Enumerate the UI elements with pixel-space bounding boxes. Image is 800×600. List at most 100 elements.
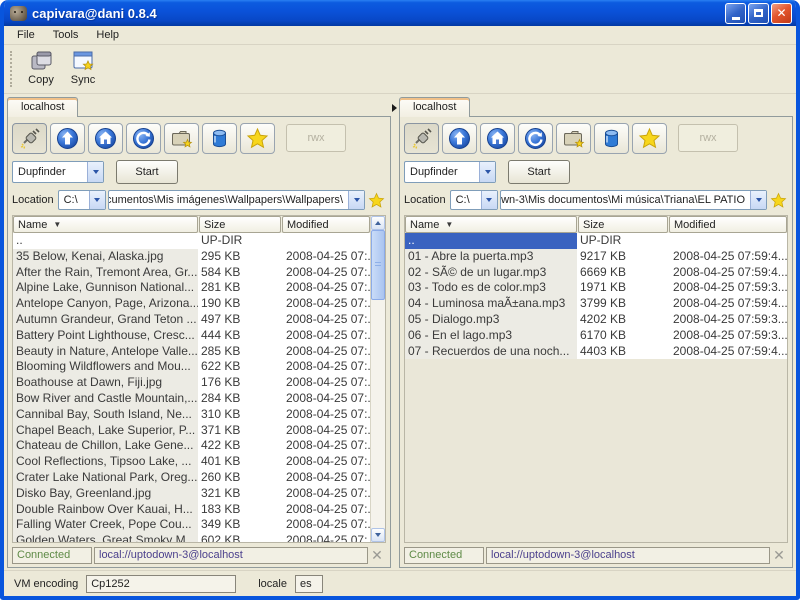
favorites-button[interactable] xyxy=(632,122,667,154)
drive-select[interactable]: C:\ xyxy=(449,190,498,210)
path-value: \Mis documentos\Mis imágenes\Wallpapers\… xyxy=(109,194,343,206)
column-header-modified[interactable]: Modified xyxy=(669,216,787,233)
path-select[interactable]: itodown-3\Mis documentos\Mi música\Trian… xyxy=(499,190,767,210)
go-up-button[interactable] xyxy=(50,122,85,154)
disconnect-x-icon[interactable]: ✕ xyxy=(368,547,386,563)
file-name: 01 - Abre la puerta.mp3 xyxy=(405,248,577,265)
dupfinder-select[interactable]: Dupfinder xyxy=(12,161,104,183)
database-icon xyxy=(604,128,619,147)
scrollbar-thumb[interactable] xyxy=(371,230,385,300)
left-tab-localhost[interactable]: localhost xyxy=(7,97,79,117)
table-row[interactable]: Alpine Lake, Gunnison National... 281 KB 2… xyxy=(13,280,370,297)
app-window: capivara@dani 0.8.4 ✕ File Tools Help Co… xyxy=(0,0,800,600)
menu-help[interactable]: Help xyxy=(87,27,128,43)
chevron-down-icon[interactable] xyxy=(88,191,105,209)
scroll-down-icon[interactable] xyxy=(371,528,385,542)
table-row[interactable]: Cannibal Bay, South Island, Ne... 310 KB 2… xyxy=(13,406,370,423)
go-up-button[interactable] xyxy=(442,122,477,154)
column-header-size[interactable]: Size xyxy=(578,216,668,233)
table-row[interactable]: 06 - En el lago.mp3 6170 KB 2008-04-25 07:… xyxy=(405,327,787,344)
locale-label: locale xyxy=(258,577,287,590)
new-folder-button[interactable] xyxy=(556,122,591,154)
close-button[interactable]: ✕ xyxy=(771,2,792,24)
bookmark-star-icon[interactable] xyxy=(368,192,386,209)
left-table-scrollbar[interactable] xyxy=(370,216,385,542)
copy-button[interactable]: Copy xyxy=(21,49,61,86)
splitter-arrow-icon[interactable] xyxy=(392,104,397,112)
table-row[interactable]: Chapel Beach, Lake Superior, P... 371 KB 2… xyxy=(13,422,370,439)
disconnect-button[interactable] xyxy=(404,122,439,154)
chevron-down-icon[interactable] xyxy=(348,191,364,209)
scroll-up-icon[interactable] xyxy=(371,216,385,230)
file-name: Disko Bay, Greenland.jpg xyxy=(13,485,198,502)
table-row[interactable]: Blooming Wildflowers and Mou... 622 KB 200… xyxy=(13,359,370,376)
column-header-size[interactable]: Size xyxy=(199,216,281,233)
table-row[interactable]: Beauty in Nature, Antelope Valle... 285 K… xyxy=(13,343,370,360)
database-button[interactable] xyxy=(594,122,629,154)
file-modified: 2008-04-25 07:... xyxy=(286,343,370,358)
table-row[interactable]: 35 Below, Kenai, Alaska.jpg 295 KB 2008-04… xyxy=(13,248,370,265)
menu-tools[interactable]: Tools xyxy=(44,27,88,43)
table-row[interactable]: Boathouse at Dawn, Fiji.jpg 176 KB 2008-04… xyxy=(13,375,370,391)
toolbar-drag-handle[interactable] xyxy=(10,51,13,87)
refresh-button[interactable] xyxy=(518,122,553,154)
sync-button[interactable]: Sync xyxy=(63,49,103,86)
table-row[interactable]: Double Rainbow Over Kauai, H... 183 KB 200… xyxy=(13,501,370,518)
scrollbar-track[interactable] xyxy=(371,300,385,528)
refresh-button[interactable] xyxy=(126,122,161,154)
minimize-button[interactable] xyxy=(725,2,746,24)
right-tab-localhost[interactable]: localhost xyxy=(399,97,471,117)
start-button[interactable]: Start xyxy=(116,160,178,184)
column-header-modified[interactable]: Modified xyxy=(282,216,370,233)
table-row[interactable]: 02 - SÃ© de un lugar.mp3 6669 KB 2008-04-2… xyxy=(405,264,787,281)
table-row[interactable]: 07 - Recuerdos de una noch... 4403 KB 2008… xyxy=(405,343,787,360)
disconnect-button[interactable] xyxy=(12,122,47,154)
dupfinder-select[interactable]: Dupfinder xyxy=(404,161,496,183)
column-header-name[interactable]: Name ▼ xyxy=(13,216,198,233)
vm-encoding-field[interactable]: Cp1252 xyxy=(86,574,237,593)
table-row[interactable]: Falling Water Creek, Pope Cou... 349 KB 20… xyxy=(13,517,370,534)
start-button[interactable]: Start xyxy=(508,160,570,184)
right-location-row: Location C:\ itodown-3\Mis documentos\Mi… xyxy=(404,188,788,212)
table-row[interactable]: Battery Point Lighthouse, Cresc... 444 KB… xyxy=(13,327,370,344)
table-row[interactable]: 01 - Abre la puerta.mp3 9217 KB 2008-04-25… xyxy=(405,248,787,265)
table-row[interactable]: .. UP-DIR xyxy=(13,233,370,249)
file-size: UP-DIR xyxy=(580,233,622,247)
table-row[interactable]: Golden Waters, Great Smoky M... 602 KB 200… xyxy=(13,533,370,542)
drive-select[interactable]: C:\ xyxy=(57,190,106,210)
database-button[interactable] xyxy=(202,122,237,154)
copy-icon xyxy=(31,51,52,70)
table-row[interactable]: Disko Bay, Greenland.jpg 321 KB 2008-04-25… xyxy=(13,485,370,502)
chevron-down-icon[interactable] xyxy=(480,191,497,209)
table-row[interactable]: Crater Lake National Park, Oreg... 260 KB… xyxy=(13,469,370,486)
home-button[interactable] xyxy=(88,122,123,154)
file-modified: 2008-04-25 07:59:3... xyxy=(673,311,787,326)
bookmark-star-icon[interactable] xyxy=(770,192,788,209)
menu-file[interactable]: File xyxy=(8,27,44,43)
disconnect-x-icon[interactable]: ✕ xyxy=(770,547,788,563)
new-folder-button[interactable] xyxy=(164,122,199,154)
home-button[interactable] xyxy=(480,122,515,154)
path-select[interactable]: \Mis documentos\Mis imágenes\Wallpapers\… xyxy=(107,190,365,210)
table-row[interactable]: .. UP-DIR xyxy=(405,233,787,249)
table-row[interactable]: Cool Reflections, Tipsoo Lake, ... 401 KB… xyxy=(13,454,370,470)
locale-field[interactable]: es xyxy=(294,574,323,593)
chevron-down-icon[interactable] xyxy=(87,162,103,182)
maximize-button[interactable] xyxy=(748,2,769,24)
table-row[interactable]: Antelope Canyon, Page, Arizona... 190 KB 2… xyxy=(13,296,370,312)
file-size: 4403 KB xyxy=(580,343,627,358)
table-row[interactable]: 05 - Dialogo.mp3 4202 KB 2008-04-25 07:59:… xyxy=(405,311,787,328)
chevron-down-icon[interactable] xyxy=(750,191,766,209)
table-row[interactable]: Autumn Grandeur, Grand Teton ... 497 KB 20… xyxy=(13,311,370,328)
split-divider[interactable] xyxy=(391,96,399,568)
favorites-button[interactable] xyxy=(240,122,275,154)
table-row[interactable]: Bow River and Castle Mountain,... 284 KB 2… xyxy=(13,390,370,407)
file-size: 281 KB xyxy=(201,280,241,295)
table-row[interactable]: After the Rain, Tremont Area, Gr... 584 K… xyxy=(13,264,370,281)
titlebar[interactable]: capivara@dani 0.8.4 ✕ xyxy=(4,0,796,26)
table-row[interactable]: Chateau de Chillon, Lake Gene... 422 KB 20… xyxy=(13,438,370,455)
table-row[interactable]: 04 - Luminosa maÃ±ana.mp3 3799 KB 2008-04-… xyxy=(405,296,787,312)
chevron-down-icon[interactable] xyxy=(479,162,495,182)
table-row[interactable]: 03 - Todo es de color.mp3 1971 KB 2008-04-… xyxy=(405,280,787,297)
column-header-name[interactable]: Name ▼ xyxy=(405,216,577,233)
